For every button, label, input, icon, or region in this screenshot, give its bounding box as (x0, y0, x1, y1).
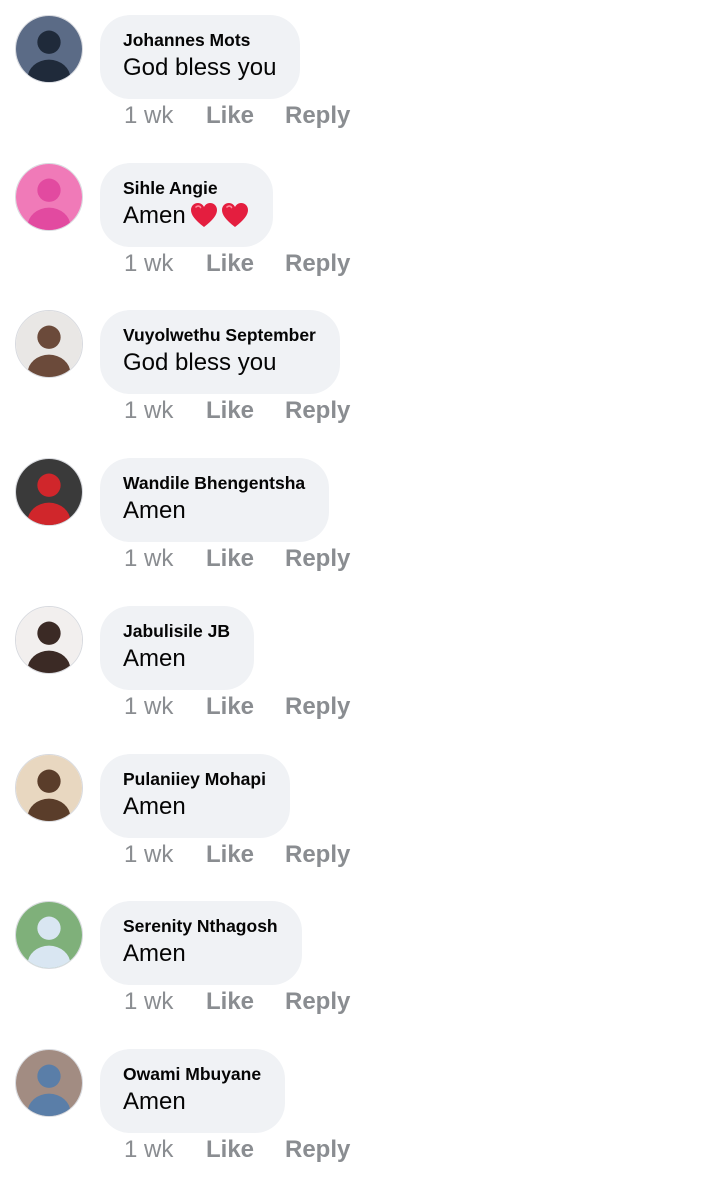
comment-item: Johannes Mots God bless you 1 wk Like Reply (0, 0, 720, 147)
comment-actions: 1 wk Like Reply (124, 838, 350, 872)
comment-text-content: Amen (123, 940, 186, 968)
comment-timestamp[interactable]: 1 wk (124, 988, 206, 1016)
avatar[interactable] (15, 605, 83, 674)
avatar[interactable] (15, 162, 83, 231)
avatar-image (16, 606, 82, 673)
comment-text: God bless you (123, 52, 276, 84)
comment-author[interactable]: Sihle Angie (123, 177, 249, 199)
avatar[interactable] (15, 901, 83, 970)
comment-author[interactable]: Serenity Nthagosh (123, 915, 278, 937)
avatar-image (16, 459, 82, 526)
avatar[interactable] (15, 458, 83, 527)
comment-text-content: Amen (123, 497, 186, 525)
avatar-image (16, 1049, 82, 1116)
comment-item: Sihle Angie Amen 1 wk Like Reply (0, 148, 720, 295)
avatar[interactable] (15, 753, 83, 822)
comment-author[interactable]: Jabulisile JB (123, 620, 230, 642)
comment-bubble: Wandile Bhengentsha Amen (100, 458, 330, 543)
comment-author[interactable]: Johannes Mots (123, 29, 276, 51)
avatar[interactable] (15, 310, 83, 379)
comment-text-content: Amen (123, 1087, 186, 1115)
avatar-image (16, 16, 82, 82)
comment-author[interactable]: Pulaniiey Mohapi (123, 768, 266, 790)
comment-text: God bless you (123, 347, 316, 379)
comment-actions: 1 wk Like Reply (124, 247, 350, 281)
avatar[interactable] (15, 1048, 83, 1117)
comment-bubble: Vuyolwethu September God bless you (100, 310, 340, 395)
comment-bubble: Sihle Angie Amen (100, 162, 273, 247)
avatar-image (16, 902, 82, 969)
comment-timestamp[interactable]: 1 wk (124, 250, 206, 278)
reply-button[interactable]: Reply (285, 250, 350, 278)
comment-text: Amen (123, 495, 305, 527)
comment-actions: 1 wk Like Reply (124, 985, 350, 1019)
comment-bubble: Serenity Nthagosh Amen (100, 901, 302, 986)
comment-timestamp[interactable]: 1 wk (124, 1136, 206, 1164)
reply-button[interactable]: Reply (285, 988, 350, 1016)
red-heart-icon (190, 202, 218, 228)
comment-timestamp[interactable]: 1 wk (124, 102, 206, 130)
comment-item: Serenity Nthagosh Amen 1 wk Like Reply (0, 886, 720, 1033)
comment-item: Owami Mbuyane Amen 1 wk Like Reply (0, 1034, 720, 1181)
like-button[interactable]: Like (206, 397, 285, 425)
comment-actions: 1 wk Like Reply (124, 1133, 350, 1167)
comment-timestamp[interactable]: 1 wk (124, 841, 206, 869)
reply-button[interactable]: Reply (285, 693, 350, 721)
comment-text-content: Amen (123, 201, 186, 229)
comment-actions: 1 wk Like Reply (124, 394, 350, 428)
like-button[interactable]: Like (206, 988, 285, 1016)
comment-bubble: Owami Mbuyane Amen (100, 1048, 286, 1133)
red-heart-icon (221, 202, 249, 228)
like-button[interactable]: Like (206, 1136, 285, 1164)
avatar-image (16, 163, 82, 230)
comment-actions: 1 wk Like Reply (124, 99, 350, 133)
comment-text: Amen (123, 791, 266, 823)
comment-text: Amen (123, 1086, 261, 1118)
like-button[interactable]: Like (206, 693, 285, 721)
comment-text: Amen (123, 938, 278, 970)
like-button[interactable]: Like (206, 841, 285, 869)
comment-text-content: God bless you (123, 54, 277, 81)
avatar-image (16, 311, 82, 378)
like-button[interactable]: Like (206, 545, 285, 573)
comment-item: Jabulisile JB Amen 1 wk Like Reply (0, 591, 720, 738)
comment-item: Vuyolwethu September God bless you 1 wk Lik… (0, 295, 720, 442)
comment-actions: 1 wk Like Reply (124, 542, 350, 576)
comment-timestamp[interactable]: 1 wk (124, 397, 206, 425)
reply-button[interactable]: Reply (285, 102, 350, 130)
comment-bubble: Pulaniiey Mohapi Amen (100, 753, 290, 838)
comment-text: Amen (123, 643, 230, 675)
avatar-image (16, 754, 82, 821)
comment-author[interactable]: Vuyolwethu September (123, 324, 316, 346)
like-button[interactable]: Like (206, 102, 285, 130)
comment-timestamp[interactable]: 1 wk (124, 545, 206, 573)
avatar[interactable] (15, 15, 83, 83)
reply-button[interactable]: Reply (285, 1136, 350, 1164)
comment-timestamp[interactable]: 1 wk (124, 693, 206, 721)
reply-button[interactable]: Reply (285, 841, 350, 869)
comment-item: Wandile Bhengentsha Amen 1 wk Like Reply (0, 443, 720, 590)
comment-author[interactable]: Wandile Bhengentsha (123, 472, 305, 494)
reply-button[interactable]: Reply (285, 397, 350, 425)
comment-text: Amen (123, 200, 249, 232)
comment-bubble: Jabulisile JB Amen (100, 605, 254, 690)
comment-list: Johannes Mots God bless you 1 wk Like Reply S… (0, 0, 720, 1177)
comment-author[interactable]: Owami Mbuyane (123, 1063, 261, 1085)
comment-text-content: Amen (123, 644, 186, 672)
comment-bubble: Johannes Mots God bless you (100, 15, 301, 99)
comment-text-content: Amen (123, 792, 186, 820)
comment-text-content: God bless you (123, 349, 277, 377)
reply-button[interactable]: Reply (285, 545, 350, 573)
comment-item: Pulaniiey Mohapi Amen 1 wk Like Reply (0, 739, 720, 886)
like-button[interactable]: Like (206, 250, 285, 278)
comment-actions: 1 wk Like Reply (124, 690, 350, 724)
